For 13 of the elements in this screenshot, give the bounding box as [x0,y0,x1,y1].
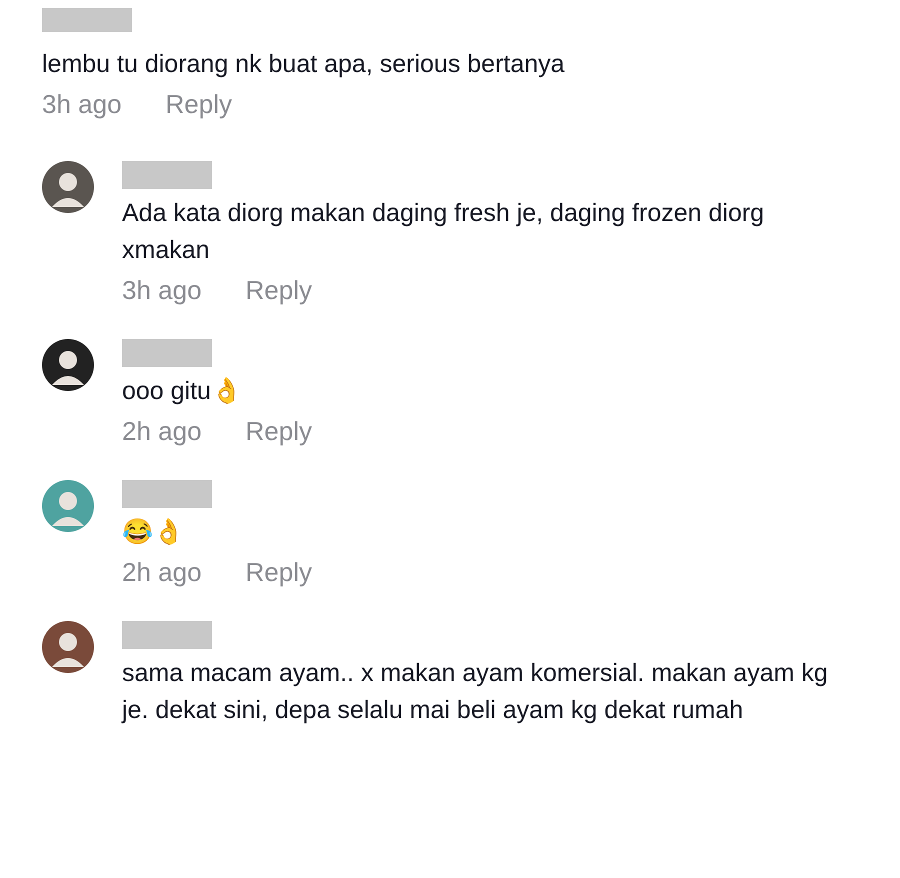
comment-text: Ada kata diorg makan daging fresh je, daging frozen diorg xmakan [122,198,766,266]
comment-text: ooo gitu👌 [122,376,243,407]
timestamp: 3h ago [42,88,122,121]
reply-link[interactable]: Reply [246,414,312,448]
comment-text: 😂👌 [122,517,185,548]
timestamp: 2h ago [122,415,202,448]
reply-link[interactable]: Reply [246,273,312,307]
reply-link[interactable]: Reply [246,555,312,589]
comment-text: sama macam ayam.. x makan ayam komersial. makan ayam kg je. dekat sini, depa selalu mai beli ayam kg dekat rumah [122,658,829,726]
comment-text: lembu tu diorang nk buat apa, serious bertanya [42,49,566,80]
reply-link[interactable]: Reply [166,87,232,121]
timestamp: 2h ago [122,556,202,589]
timestamp: 3h ago [122,274,202,307]
